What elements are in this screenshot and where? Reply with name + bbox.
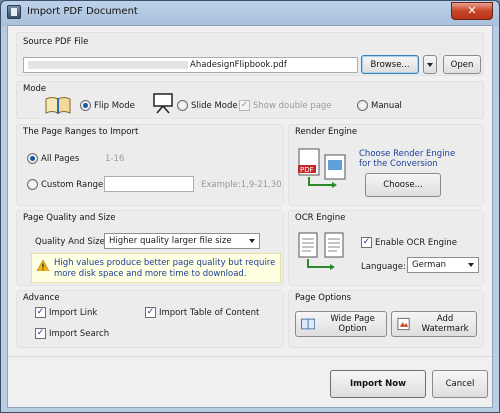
watermark-icon xyxy=(397,317,410,331)
wide-page-option-label: Wide Page Option xyxy=(330,314,375,334)
page-quality-group: Page Quality and Size Quality And Size: … xyxy=(16,210,284,286)
slide-mode-radio[interactable] xyxy=(177,100,188,111)
language-select[interactable]: German xyxy=(407,257,479,273)
flip-book-icon xyxy=(45,97,71,114)
all-pages-label: All Pages xyxy=(41,154,80,164)
pdf-convert-icon: PDF xyxy=(298,148,346,188)
import-toc-checkbox[interactable]: ✓ xyxy=(145,307,156,318)
range-example-hint: Example:1,9-21,30 xyxy=(201,180,282,190)
page-quality-label: Page Quality and Size xyxy=(23,213,116,223)
all-pages-radio[interactable] xyxy=(27,153,38,164)
svg-text:PDF: PDF xyxy=(300,166,314,174)
wide-page-icon xyxy=(301,318,316,330)
mode-group: Mode Flip Mode Slide Mode ✓ Show double … xyxy=(16,81,484,119)
advance-group: Advance ✓ Import Link ✓ Import Table of … xyxy=(16,290,284,348)
quality-select[interactable]: Higher quality larger file size xyxy=(104,233,260,249)
import-link-label: Import Link xyxy=(49,308,98,318)
import-now-button[interactable]: Import Now xyxy=(330,370,426,398)
window-title: Import PDF Document xyxy=(27,6,138,17)
source-label: Source PDF File xyxy=(23,37,89,47)
manual-radio[interactable] xyxy=(357,100,368,111)
quality-select-value: Higher quality larger file size xyxy=(109,236,232,246)
app-icon xyxy=(7,5,21,19)
render-engine-label: Render Engine xyxy=(295,127,358,137)
source-group: Source PDF File AhadesignFlipbook.pdf Br… xyxy=(16,32,484,76)
source-filename: AhadesignFlipbook.pdf xyxy=(190,60,287,70)
advance-label: Advance xyxy=(23,293,60,303)
title-bar[interactable]: Import PDF Document ✕ xyxy=(1,1,499,25)
manual-label: Manual xyxy=(371,101,402,111)
source-path-field[interactable]: AhadesignFlipbook.pdf xyxy=(23,57,358,73)
enable-ocr-label: Enable OCR Engine xyxy=(375,238,458,248)
page-ranges-label: The Page Ranges to Import xyxy=(23,127,139,137)
quality-warning-text: High values produce better page quality … xyxy=(54,258,276,279)
render-engine-group: Render Engine PDF Choose Render Engine f… xyxy=(288,124,484,206)
footer-divider xyxy=(8,356,492,357)
slide-presentation-icon xyxy=(153,93,173,114)
cancel-button[interactable]: Cancel xyxy=(432,370,488,398)
warning-icon xyxy=(37,260,49,271)
chevron-down-icon xyxy=(427,62,433,67)
redacted-path xyxy=(28,61,188,69)
chevron-down-icon xyxy=(249,239,255,243)
flip-mode-radio[interactable] xyxy=(80,100,91,111)
page-options-label: Page Options xyxy=(295,293,352,303)
page-count-hint: 1-16 xyxy=(105,154,125,164)
import-link-checkbox[interactable]: ✓ xyxy=(35,307,46,318)
flip-mode-label: Flip Mode xyxy=(94,101,135,111)
custom-range-label: Custom Range xyxy=(41,180,104,190)
import-dialog: Import PDF Document ✕ Source PDF File Ah… xyxy=(0,0,500,413)
open-button[interactable]: Open xyxy=(443,55,481,74)
page-options-group: Page Options Wide Page Option Add Waterm… xyxy=(288,290,484,348)
choose-render-engine-button[interactable]: Choose... xyxy=(365,173,441,197)
custom-range-input[interactable] xyxy=(104,176,194,192)
slide-mode-label: Slide Mode xyxy=(191,101,238,111)
enable-ocr-checkbox[interactable]: ✓ xyxy=(361,237,372,248)
chevron-down-icon xyxy=(468,263,474,267)
language-select-value: German xyxy=(412,260,447,270)
page-ranges-group: The Page Ranges to Import All Pages 1-16… xyxy=(16,124,284,206)
browse-dropdown-button[interactable] xyxy=(423,55,437,74)
browse-button[interactable]: Browse... xyxy=(361,55,419,74)
mode-label: Mode xyxy=(23,84,47,94)
ocr-engine-group: OCR Engine ✓ Enable OCR Engine Language:… xyxy=(288,210,484,286)
import-search-checkbox[interactable]: ✓ xyxy=(35,328,46,339)
import-search-label: Import Search xyxy=(49,329,110,339)
import-toc-label: Import Table of Content xyxy=(159,308,260,318)
close-button[interactable]: ✕ xyxy=(451,2,493,20)
ocr-documents-icon xyxy=(298,232,344,270)
quality-warning-box: High values produce better page quality … xyxy=(31,253,281,283)
render-choose-text-1: Choose Render Engine xyxy=(359,149,456,159)
ocr-engine-label: OCR Engine xyxy=(295,213,346,223)
dialog-body: Source PDF File AhadesignFlipbook.pdf Br… xyxy=(7,25,493,408)
language-label: Language: xyxy=(361,262,406,272)
show-double-page-label: Show double page xyxy=(253,101,332,111)
show-double-page-checkbox[interactable]: ✓ xyxy=(239,100,250,111)
custom-range-radio[interactable] xyxy=(27,179,38,190)
add-watermark-label: Add Watermark xyxy=(421,314,469,334)
wide-page-option-button[interactable]: Wide Page Option xyxy=(295,311,387,337)
render-choose-text-2: for the Conversion xyxy=(359,159,438,169)
quality-field-label: Quality And Size: xyxy=(35,237,108,247)
add-watermark-button[interactable]: Add Watermark xyxy=(391,311,477,337)
